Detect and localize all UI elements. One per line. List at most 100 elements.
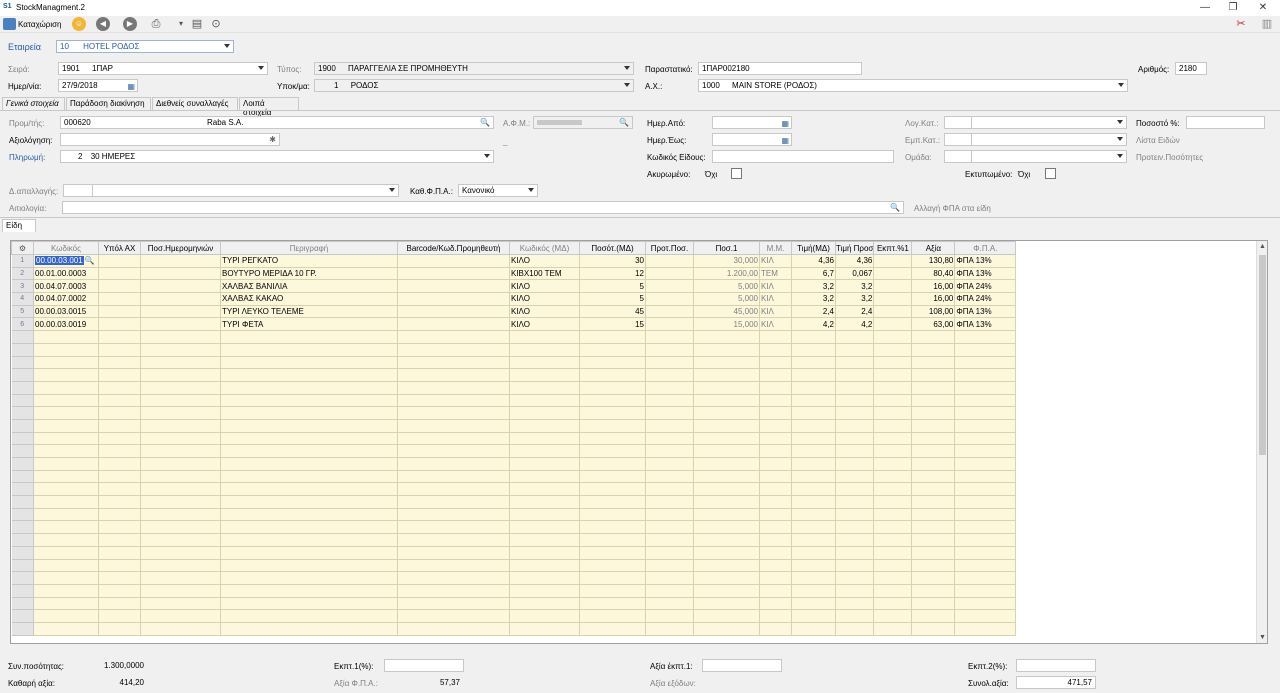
table-row[interactable] <box>11 559 1017 573</box>
grid-cell[interactable] <box>98 457 141 471</box>
grid-cell[interactable] <box>645 508 694 522</box>
grid-cell[interactable] <box>911 495 956 509</box>
vat-category-select[interactable]: Κανονικό <box>458 184 538 197</box>
grid-cell[interactable] <box>873 394 913 408</box>
grid-cell[interactable]: 130,80 <box>911 254 956 268</box>
smiley-icon[interactable]: ☺ <box>72 17 86 31</box>
grid-cell[interactable] <box>911 368 956 382</box>
grid-cell[interactable]: ΚΙΛΟ <box>509 305 580 319</box>
grid-cell[interactable]: ΒΟΥΤΥΡΟ ΜΕΡΙΔΑ 10 ΓΡ. <box>220 267 398 281</box>
grid-cell[interactable]: 5,000 <box>693 279 760 294</box>
supplier-field[interactable]: 000620 Raba S.A. 🔍 <box>60 116 494 129</box>
grid-cell[interactable] <box>791 457 836 471</box>
grid-cell[interactable] <box>791 406 836 420</box>
grid-cell[interactable] <box>98 444 141 458</box>
tab-general[interactable]: Γενικά στοιχεία <box>2 97 65 110</box>
col-wh-balance[interactable]: Υπόλ ΑΧ <box>98 241 141 255</box>
grid-cell[interactable] <box>954 584 1017 598</box>
grid-cell[interactable]: ΚΙΛΟ <box>509 279 580 294</box>
grid-cell[interactable]: ΚΙΛ <box>759 279 792 294</box>
grid-cell[interactable] <box>873 368 913 382</box>
grid-cell[interactable] <box>759 546 792 560</box>
grid-cell[interactable] <box>397 267 510 281</box>
table-row[interactable] <box>11 533 1017 547</box>
grid-cell[interactable] <box>954 406 1017 420</box>
grid-cell[interactable] <box>954 394 1017 408</box>
grid-cell[interactable] <box>579 330 646 344</box>
grid-cell[interactable] <box>693 368 760 382</box>
grid-cell[interactable] <box>220 559 398 573</box>
grid-cell[interactable] <box>140 406 221 420</box>
grid-cell[interactable] <box>140 444 221 458</box>
grid-cell[interactable]: ΦΠΑ 13% <box>954 317 1017 332</box>
grid-cell[interactable] <box>220 533 398 547</box>
grid-cell[interactable] <box>140 533 221 547</box>
grid-cell[interactable] <box>873 254 913 268</box>
calendar-icon[interactable]: ▦ <box>781 118 789 128</box>
grid-cell[interactable] <box>873 571 913 585</box>
grid-cell[interactable]: 00.00.03.001 🔍 <box>33 254 99 268</box>
grid-cell[interactable] <box>140 356 221 370</box>
grid-cell[interactable] <box>140 368 221 382</box>
grid-cell[interactable] <box>645 482 694 497</box>
grid-cell[interactable] <box>579 343 646 357</box>
grid-cell[interactable] <box>835 330 875 344</box>
calendar-icon[interactable]: ▦ <box>127 81 135 91</box>
rating-field[interactable]: ✱ <box>60 133 280 146</box>
grid-cell[interactable] <box>220 546 398 560</box>
grid-cell[interactable] <box>579 508 646 522</box>
grid-cell[interactable] <box>220 381 398 395</box>
grid-cell[interactable] <box>579 597 646 611</box>
col-qty1[interactable]: Ποσ.1 <box>693 241 760 255</box>
account-cat-code[interactable] <box>944 116 972 129</box>
grid-cell[interactable] <box>509 406 580 420</box>
grid-cell[interactable] <box>791 508 836 522</box>
reason-field[interactable]: 🔍 <box>62 201 904 214</box>
grid-cell[interactable]: 00.04.07.0003 <box>33 279 99 294</box>
grid-cell[interactable] <box>911 470 956 484</box>
grid-cell[interactable]: 1.200,00 <box>693 267 760 281</box>
grid-cell[interactable] <box>759 419 792 433</box>
grid-cell[interactable] <box>759 559 792 573</box>
grid-cell[interactable]: ΚΙΛ <box>759 317 792 332</box>
grid-cell[interactable] <box>140 470 221 484</box>
grid-cell[interactable] <box>693 406 760 420</box>
grid-cell[interactable]: ΦΠΑ 13% <box>954 254 1017 268</box>
dropdown-icon[interactable]: ▾ <box>174 17 188 31</box>
grid-cell[interactable] <box>911 444 956 458</box>
grid-cell[interactable] <box>579 394 646 408</box>
grid-cell[interactable]: 5 <box>579 292 646 306</box>
grid-cell[interactable] <box>759 482 792 497</box>
grid-cell[interactable]: 3,2 <box>791 292 836 306</box>
grid-cell[interactable] <box>835 419 875 433</box>
table-row[interactable] <box>11 609 1017 623</box>
grid-cell[interactable] <box>954 457 1017 471</box>
grid-cell[interactable] <box>759 381 792 395</box>
grid-cell[interactable] <box>579 368 646 382</box>
forward-icon[interactable]: ▶ <box>123 17 137 31</box>
grid-cell[interactable] <box>98 597 141 611</box>
grid-cell[interactable] <box>873 609 913 623</box>
grid-cell[interactable] <box>954 330 1017 344</box>
grid-cell[interactable] <box>33 495 99 509</box>
grid-cell[interactable] <box>140 571 221 585</box>
table-row[interactable]: 5 00.00.03.0015 ΤΥΡΙ ΛΕΥΚΟ ΤΕΛΕΜΕ ΚΙΛΟ 45 45,… <box>11 305 1017 319</box>
grid-cell[interactable] <box>397 343 510 357</box>
grid-cell[interactable] <box>791 330 836 344</box>
grid-cell[interactable] <box>759 609 792 623</box>
grid-cell[interactable]: ΦΠΑ 24% <box>954 279 1017 294</box>
grid-corner[interactable]: ⚙ <box>11 241 34 255</box>
grid-cell[interactable] <box>954 482 1017 497</box>
col-value[interactable]: Αξία <box>911 241 956 255</box>
grid-cell[interactable] <box>911 406 956 420</box>
grid-cell[interactable] <box>509 533 580 547</box>
grid-cell[interactable] <box>140 330 221 344</box>
table-row[interactable] <box>11 381 1017 395</box>
grid-cell[interactable] <box>693 622 760 636</box>
grid-cell[interactable] <box>579 520 646 535</box>
grid-cell[interactable] <box>220 394 398 408</box>
grid-cell[interactable] <box>873 546 913 560</box>
grid-cell[interactable] <box>509 368 580 382</box>
grid-cell[interactable] <box>835 482 875 497</box>
grid-cell[interactable] <box>33 559 99 573</box>
